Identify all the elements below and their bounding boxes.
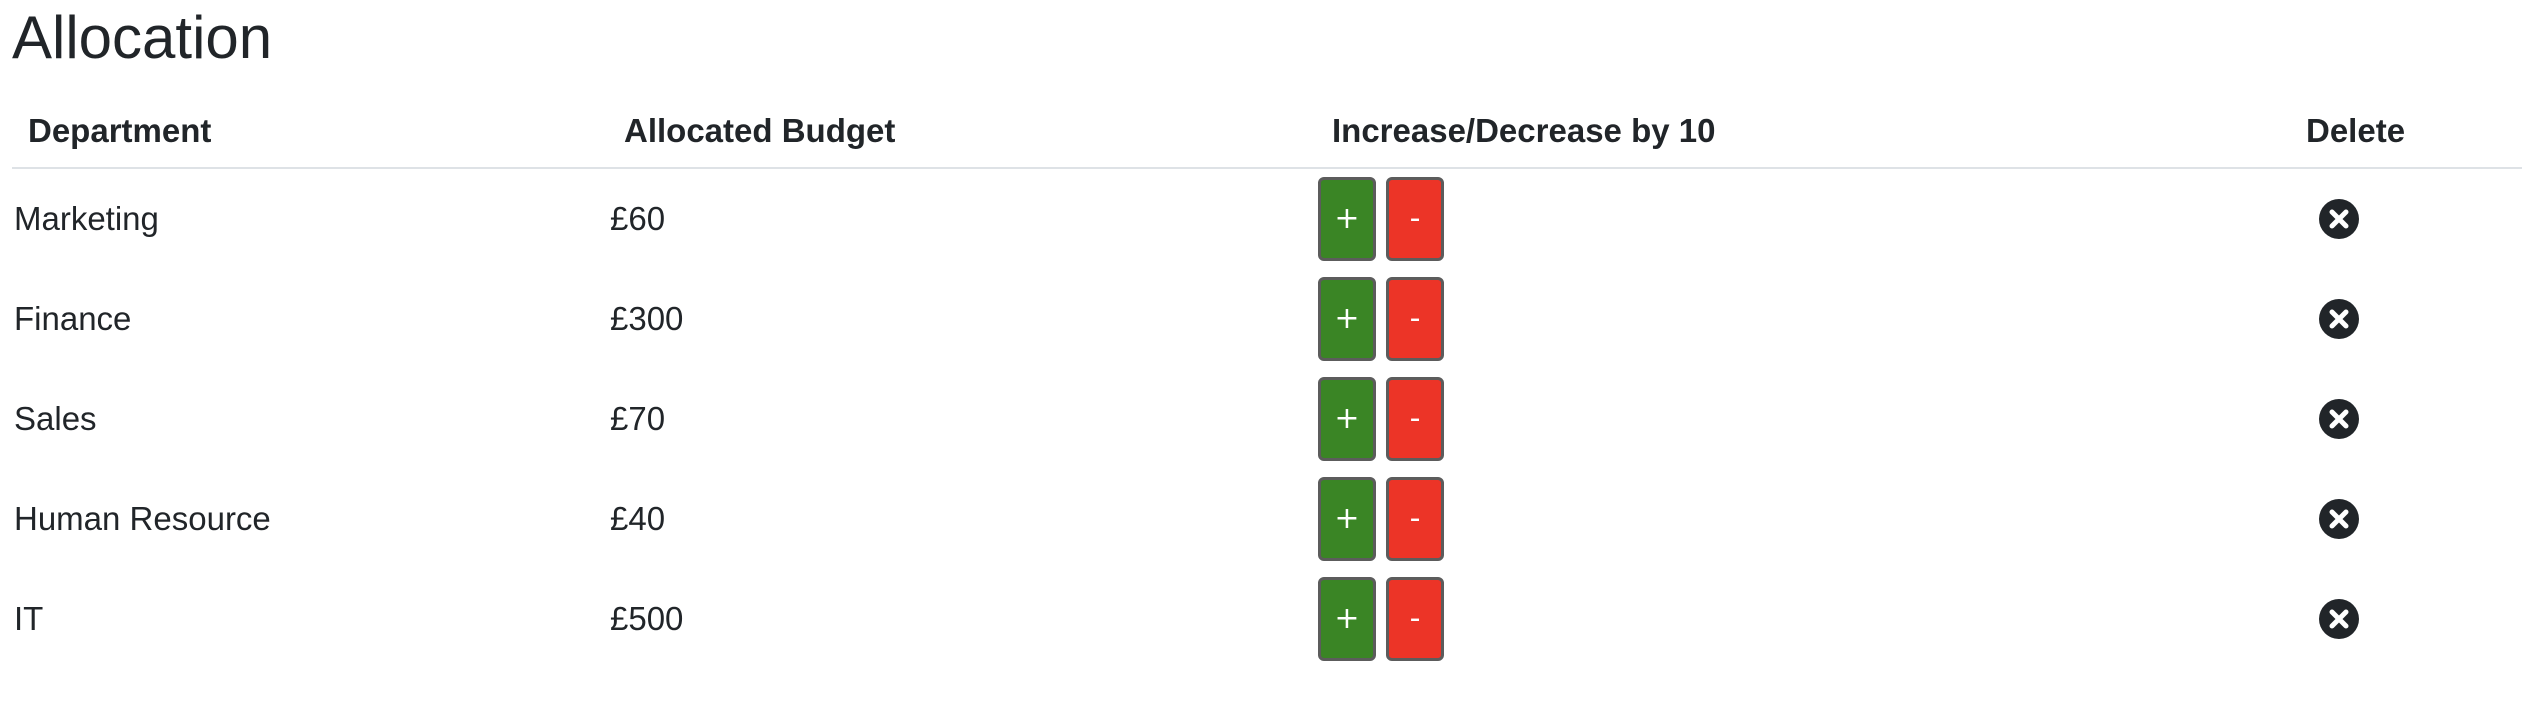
budget-adjust-buttons: + - <box>1318 377 1444 463</box>
department-name: Finance <box>14 300 132 337</box>
allocation-table: Department Allocated Budget Increase/Dec… <box>12 97 2522 669</box>
header-delete: Delete <box>2306 112 2406 149</box>
increase-button[interactable]: + <box>1318 477 1376 561</box>
department-name: Human Resource <box>14 500 271 537</box>
table-body: Marketing £60 + - Finance £300 + - Sales… <box>12 169 2522 669</box>
table-row: Finance £300 + - <box>12 269 2522 369</box>
table-header: Department Allocated Budget Increase/Dec… <box>12 97 2522 169</box>
table-row: Marketing £60 + - <box>12 169 2522 269</box>
table-row: Sales £70 + - <box>12 369 2522 469</box>
header-increase-decrease: Increase/Decrease by 10 <box>1332 112 1716 149</box>
budget-adjust-buttons: + - <box>1318 277 1444 363</box>
increase-button[interactable]: + <box>1318 177 1376 261</box>
allocated-budget: £60 <box>610 200 666 237</box>
x-circle-icon[interactable] <box>2318 598 2360 640</box>
decrease-button[interactable]: - <box>1386 377 1444 461</box>
page-title: Allocation <box>12 4 273 71</box>
increase-button[interactable]: + <box>1318 377 1376 461</box>
table-row: Human Resource £40 + - <box>12 469 2522 569</box>
decrease-button[interactable]: - <box>1386 477 1444 561</box>
x-circle-icon[interactable] <box>2318 298 2360 340</box>
table-row: IT £500 + - <box>12 569 2522 669</box>
decrease-button[interactable]: - <box>1386 177 1444 261</box>
x-circle-icon[interactable] <box>2318 198 2360 240</box>
header-department: Department <box>28 112 212 149</box>
department-name: IT <box>14 600 44 637</box>
allocated-budget: £40 <box>610 500 666 537</box>
decrease-button[interactable]: - <box>1386 577 1444 661</box>
header-allocated-budget: Allocated Budget <box>624 112 896 149</box>
increase-button[interactable]: + <box>1318 277 1376 361</box>
increase-button[interactable]: + <box>1318 577 1376 661</box>
budget-adjust-buttons: + - <box>1318 177 1444 263</box>
allocated-budget: £300 <box>610 300 684 337</box>
decrease-button[interactable]: - <box>1386 277 1444 361</box>
budget-adjust-buttons: + - <box>1318 477 1444 563</box>
allocated-budget: £70 <box>610 400 666 437</box>
department-name: Sales <box>14 400 97 437</box>
budget-adjust-buttons: + - <box>1318 577 1444 663</box>
department-name: Marketing <box>14 200 159 237</box>
allocated-budget: £500 <box>610 600 684 637</box>
x-circle-icon[interactable] <box>2318 398 2360 440</box>
x-circle-icon[interactable] <box>2318 498 2360 540</box>
